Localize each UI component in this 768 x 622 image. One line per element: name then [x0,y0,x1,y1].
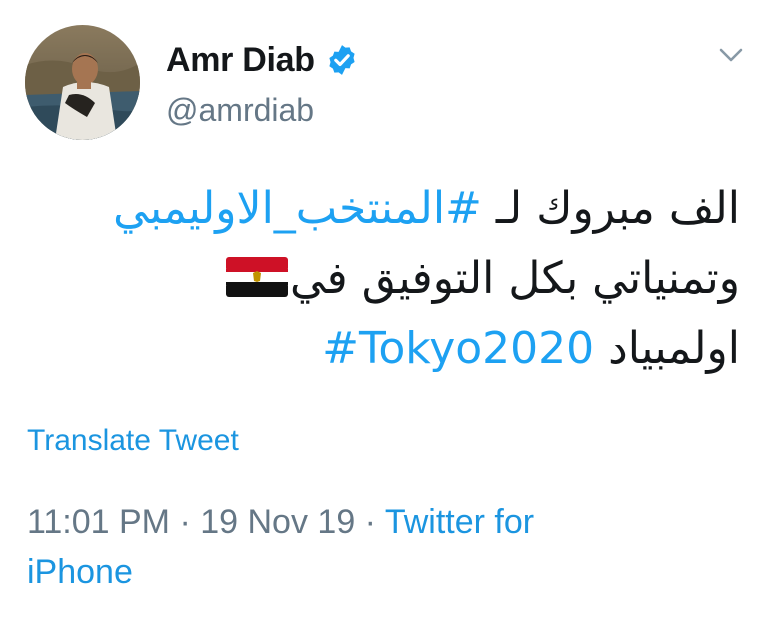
meta-separator: · [355,503,385,541]
tweet-line-2: وتمنياتي بكل التوفيق في [28,244,740,314]
user-handle[interactable]: @amrdiab [166,92,314,129]
tweet-source-part: iPhone [27,553,133,591]
name-row: Amr Diab [166,38,359,82]
translate-tweet-link[interactable]: Translate Tweet [27,424,239,458]
tweet-line-1: الف مبروك لـ #المنتخب_الاوليمبي [28,174,740,244]
tweet-source-part: Twitter for [384,503,535,541]
tweet-card: Amr Diab @amrdiab الف مبروك لـ #المنتخب_… [0,0,768,622]
verified-badge-icon [325,43,359,77]
meta-separator: · [170,503,201,541]
avatar[interactable] [25,25,140,140]
tweet-text-segment: اولمبياد [594,323,740,374]
tweet-text-segment: الف مبروك لـ [481,183,740,234]
tweet-text-segment: وتمنياتي بكل التوفيق في [290,253,740,304]
hashtag-link[interactable]: #Tokyo2020 [322,323,594,374]
tweet-line-3: اولمبياد #Tokyo2020 [28,314,740,384]
display-name[interactable]: Amr Diab [166,41,315,80]
tweet-text: الف مبروك لـ #المنتخب_الاوليمبي وتمنياتي… [28,174,740,384]
hashtag-link[interactable]: #المنتخب_الاوليمبي [113,183,482,234]
tweet-meta: 11:01 PM · 19 Nov 19 · Twitter for iPhone [27,497,647,597]
tweet-date[interactable]: 19 Nov 19 [200,503,355,541]
egypt-flag-icon [226,250,288,297]
tweet-time[interactable]: 11:01 PM [27,503,170,541]
chevron-down-icon[interactable] [716,44,746,66]
